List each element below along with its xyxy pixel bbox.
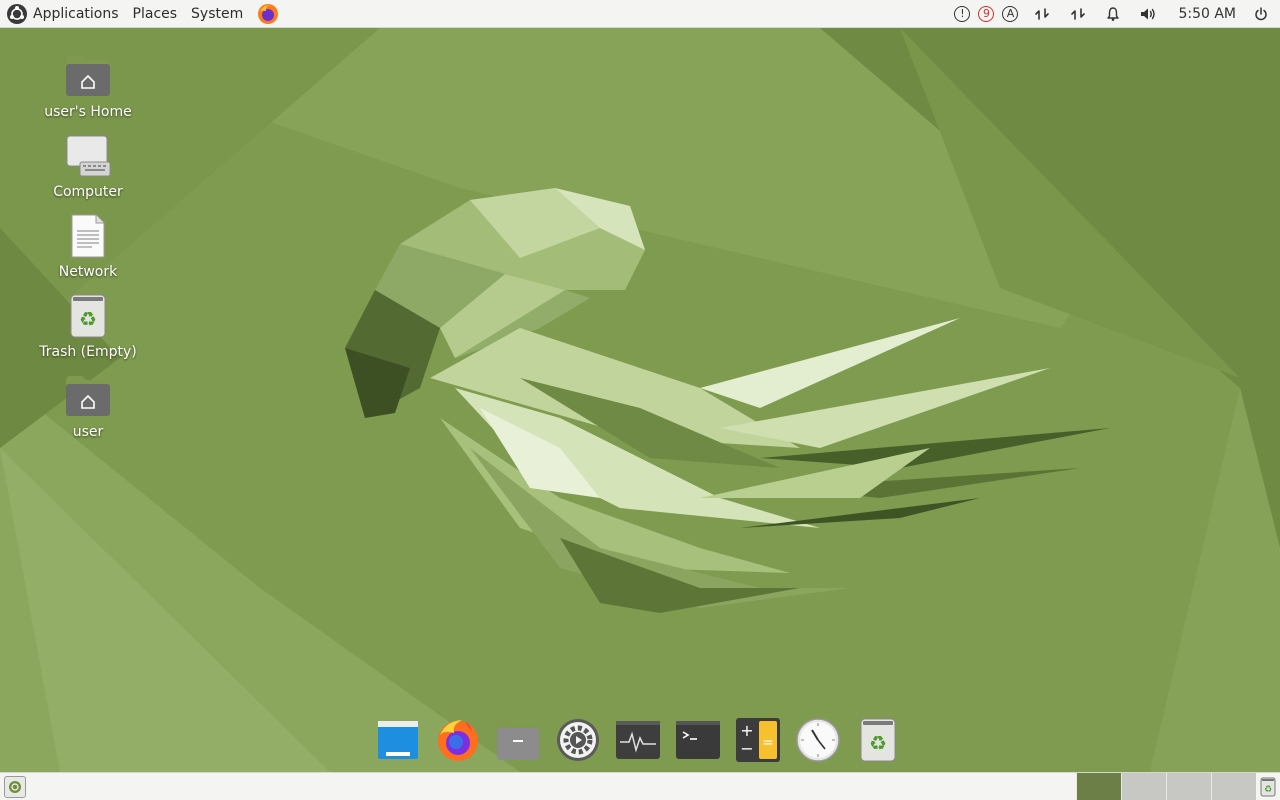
desktop-icon-trash-label: Trash (Empty) xyxy=(39,344,137,360)
network-document-icon xyxy=(71,214,105,258)
svg-text:♻: ♻ xyxy=(79,307,97,331)
svg-text:♻: ♻ xyxy=(1264,785,1272,795)
workspace-1[interactable] xyxy=(1076,773,1121,800)
desktop-icon-computer-label: Computer xyxy=(53,184,123,200)
desktop-icon-network[interactable]: Network xyxy=(28,212,148,280)
calculator-icon: + − = xyxy=(736,718,780,762)
dock: + − = ♻ xyxy=(372,712,904,768)
ubuntu-logo-icon xyxy=(7,3,27,24)
firefox-icon xyxy=(258,3,279,24)
update-icon: ! xyxy=(954,5,971,22)
desktop-icon xyxy=(9,780,21,793)
show-desktop-button[interactable] xyxy=(4,775,26,798)
power-icon xyxy=(1255,6,1267,20)
update-indicator[interactable]: ! xyxy=(952,0,972,27)
applications-menu[interactable]: Applications xyxy=(0,0,126,27)
dock-firefox[interactable] xyxy=(432,714,484,766)
network-indicator-2[interactable] xyxy=(1060,0,1096,27)
places-menu-label: Places xyxy=(132,5,178,22)
keyboard-layout-indicator[interactable]: A xyxy=(1000,0,1020,27)
workspace-3[interactable] xyxy=(1166,773,1211,800)
notification-count-text: 9 xyxy=(982,7,990,20)
desktop-icon-network-label: Network xyxy=(58,264,118,280)
clock-icon xyxy=(796,718,840,762)
system-menu[interactable]: System xyxy=(184,0,250,27)
network-icon xyxy=(1071,7,1086,20)
network-indicator-1[interactable] xyxy=(1024,0,1060,27)
desktop-icon-home-label: user's Home xyxy=(44,104,132,120)
svg-text:−: − xyxy=(740,739,753,758)
desktop-icon-user-label: user xyxy=(72,424,104,440)
svg-text:=: = xyxy=(762,735,774,751)
dock-settings[interactable] xyxy=(552,714,604,766)
notifications-indicator[interactable] xyxy=(1096,0,1130,27)
settings-icon xyxy=(557,719,599,761)
dock-system-monitor[interactable] xyxy=(612,714,664,766)
keyboard-layout-text: A xyxy=(1006,7,1015,20)
network-icon xyxy=(1035,7,1050,20)
desktop-icon-user[interactable]: user xyxy=(28,372,148,440)
desktop-icon-home[interactable]: user's Home xyxy=(28,52,148,120)
applications-menu-label: Applications xyxy=(33,5,119,22)
system-monitor-icon xyxy=(616,721,660,759)
window-icon xyxy=(378,721,418,759)
terminal-icon xyxy=(676,721,720,759)
notification-count-indicator[interactable]: 9 xyxy=(976,0,996,27)
dock-calculator[interactable]: + − = xyxy=(732,714,784,766)
bottom-panel: ♻ xyxy=(0,772,1280,800)
files-icon xyxy=(497,720,539,760)
trash-applet[interactable]: ♻ xyxy=(1256,773,1280,800)
dock-trash[interactable]: ♻ xyxy=(852,714,904,766)
clock[interactable]: 5:50 AM xyxy=(1166,0,1248,27)
trash-icon: ♻ xyxy=(70,294,106,338)
svg-text:+: + xyxy=(740,721,753,740)
workspace-4[interactable] xyxy=(1211,773,1256,800)
power-menu[interactable] xyxy=(1248,0,1280,27)
dock-show-desktop[interactable] xyxy=(372,714,424,766)
computer-icon xyxy=(66,135,111,177)
keyboard-layout-icon: A xyxy=(1002,5,1019,22)
desktop-icon-trash[interactable]: ♻ Trash (Empty) xyxy=(28,292,148,360)
dock-terminal[interactable] xyxy=(672,714,724,766)
trash-icon: ♻ xyxy=(1260,777,1276,796)
workspace-2[interactable] xyxy=(1121,773,1166,800)
update-badge-text: ! xyxy=(960,7,965,20)
desktop-icon-computer[interactable]: Computer xyxy=(28,132,148,200)
firefox-launcher[interactable] xyxy=(250,0,286,27)
dock-files[interactable] xyxy=(492,714,544,766)
volume-indicator[interactable] xyxy=(1130,0,1166,27)
wallpaper xyxy=(0,28,1280,772)
dock-clock[interactable] xyxy=(792,714,844,766)
places-menu[interactable]: Places xyxy=(126,0,185,27)
firefox-icon xyxy=(438,720,478,761)
workspace-switcher: ♻ xyxy=(1076,773,1280,800)
notification-count-icon: 9 xyxy=(978,5,995,22)
system-menu-label: System xyxy=(191,5,244,22)
home-folder-icon xyxy=(66,376,110,416)
bell-icon xyxy=(1107,6,1120,21)
top-panel: Applications Places System ! 9 A 5:50 AM xyxy=(0,0,1280,28)
clock-text: 5:50 AM xyxy=(1178,5,1236,22)
svg-text:♻: ♻ xyxy=(869,731,887,755)
volume-icon xyxy=(1141,8,1156,19)
desktop[interactable]: user's Home Computer Network ♻ Trash (Em… xyxy=(0,28,1280,772)
home-folder-icon xyxy=(66,56,110,96)
trash-icon: ♻ xyxy=(860,718,896,762)
